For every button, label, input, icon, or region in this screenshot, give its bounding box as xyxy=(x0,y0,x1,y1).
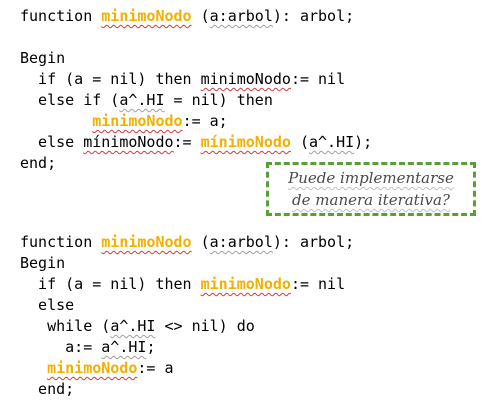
code-line-end-1: end; xyxy=(20,153,56,173)
identifier-minimonodo-accent: mínimoNodo xyxy=(83,133,174,151)
code-line-assign-a-1: minimoNodo:= a; xyxy=(20,111,228,131)
code-text: := nil xyxy=(290,275,346,293)
code-text: if (a = nil) then xyxy=(20,70,201,88)
code-text: = nil) then xyxy=(164,91,273,109)
code-text: ); xyxy=(354,133,373,151)
code-text: := a xyxy=(137,359,174,377)
code-line-function-signature-2: function minimoNodo (a:arbol): arbol; xyxy=(20,232,354,252)
identifier-a-hi: a^.HI xyxy=(110,317,156,335)
code-line-if-nil-2: if (a = nil) then minimoNodo:= nil xyxy=(20,274,345,294)
identifier-a-hi: a^.HI xyxy=(119,91,165,109)
code-text: if (a = nil) then xyxy=(20,275,201,293)
code-text: := nil xyxy=(290,70,346,88)
code-line-begin-2: Begin xyxy=(20,253,65,273)
code-text: else xyxy=(20,133,84,151)
code-line-begin-1: Begin xyxy=(20,48,65,68)
code-line-else-2: else xyxy=(20,295,74,315)
identifier-a-hi: a^.HI xyxy=(101,338,147,356)
code-text: ( xyxy=(290,133,309,151)
code-text: ; xyxy=(146,338,156,356)
identifier-minimonodo-highlighted: minimoNodo xyxy=(47,359,138,377)
keyword-end: end; xyxy=(20,154,57,172)
keyword-end: end; xyxy=(20,380,75,398)
code-text: ): arbol; xyxy=(272,7,355,25)
identifier-minimonodo-highlighted: minimoNodo xyxy=(92,112,183,130)
function-name-minimonodo: minimoNodo xyxy=(101,233,192,251)
identifier-a-hi: a^.HI xyxy=(309,133,355,151)
keyword-function: function xyxy=(20,7,102,25)
identifier-minimonodo-accent-highlighted: mínimoNodo xyxy=(200,133,291,151)
identifier-minimonodo: minimoNodo xyxy=(200,70,291,88)
keyword-function: function xyxy=(20,233,102,251)
code-text: ): arbol; xyxy=(272,233,355,251)
code-line-else-recursive-1: else mínimoNodo:= mínimoNodo (a^.HI); xyxy=(20,132,372,152)
keyword-begin: Begin xyxy=(20,254,66,272)
code-text: <> nil) do xyxy=(155,317,255,335)
parameter-a-arbol: a:arbol xyxy=(209,233,273,251)
code-line-return-2: minimoNodo:= a xyxy=(20,358,174,378)
note-line-2: de manera iterativa? xyxy=(292,191,450,209)
code-line-assign-a-hi-2: a:= a^.HI; xyxy=(20,337,155,357)
code-text: ( xyxy=(191,233,210,251)
code-line-else-if-1: else if (a^.HI = nil) then xyxy=(20,90,273,110)
code-line-function-signature-1: function minimoNodo (a:arbol): arbol; xyxy=(20,6,354,26)
note-line-1: Puede implementarse xyxy=(288,169,454,187)
code-line-while-2: while (a^.HI <> nil) do xyxy=(20,316,255,336)
identifier-minimonodo-highlighted: minimoNodo xyxy=(200,275,291,293)
function-name-minimonodo: minimoNodo xyxy=(101,7,192,25)
annotation-note: Puede implementarse de manera iterativa? xyxy=(266,162,476,216)
code-line-if-nil-1: if (a = nil) then minimoNodo:= nil xyxy=(20,69,345,89)
code-text: else if ( xyxy=(20,91,120,109)
code-text: := xyxy=(173,133,201,151)
parameter-a-arbol: a:arbol xyxy=(209,7,273,25)
code-text: a:= xyxy=(20,338,102,356)
code-line-end-2: end; xyxy=(20,379,74,399)
keyword-begin: Begin xyxy=(20,49,66,67)
keyword-else: else xyxy=(20,296,75,314)
code-text: := a; xyxy=(182,112,228,130)
code-text: while ( xyxy=(20,317,111,335)
code-text: ( xyxy=(191,7,210,25)
